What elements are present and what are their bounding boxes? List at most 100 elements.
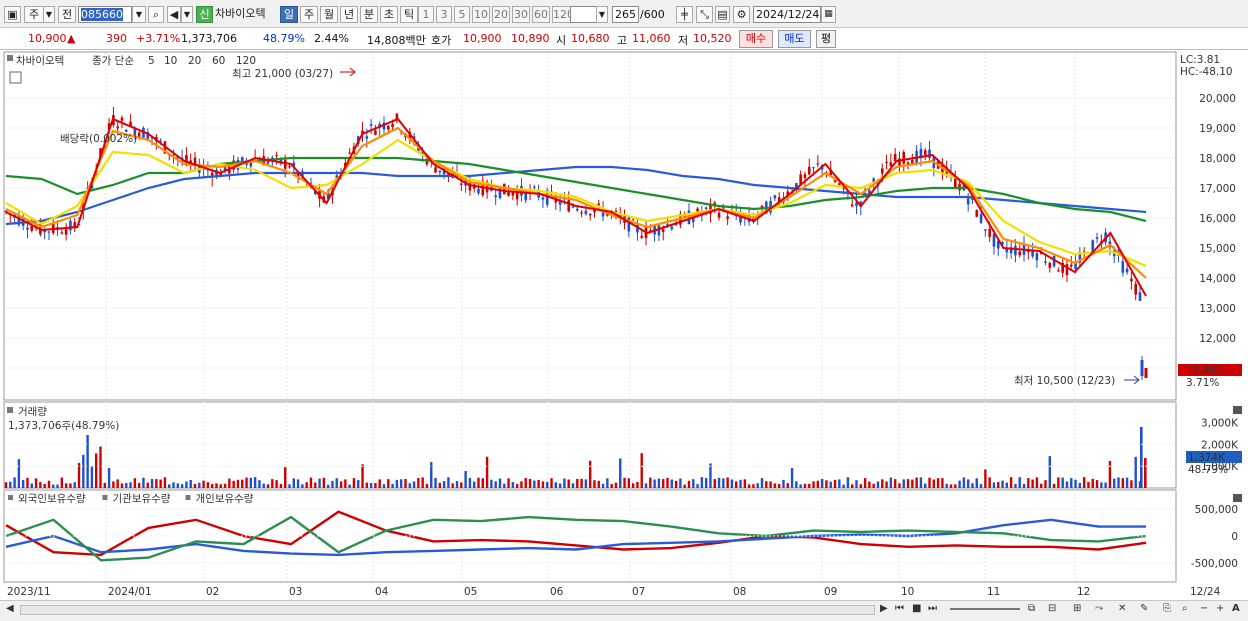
draw-tool-icon[interactable]: ⤡: [696, 6, 713, 23]
chart-type-icon[interactable]: ╪: [676, 6, 693, 23]
volume-bar: [558, 483, 562, 488]
volume-bar: [1095, 480, 1099, 488]
ma-legend-item[interactable]: 120: [236, 55, 256, 67]
holding-legend-item[interactable]: 기관보유수량: [113, 493, 171, 505]
volume-bar: [614, 482, 618, 488]
window-icon[interactable]: ▣: [4, 6, 21, 23]
ma-legend-item[interactable]: 20: [188, 55, 201, 67]
x-tick: 2024/01: [108, 586, 152, 598]
text-size-icon[interactable]: A: [1232, 602, 1240, 616]
count-input[interactable]: 265: [612, 6, 639, 23]
volume-bar: [1052, 483, 1056, 488]
volume-bar: [795, 481, 798, 488]
horizontal-scrollbar[interactable]: [20, 605, 875, 615]
trend-icon[interactable]: ⤳: [1095, 602, 1103, 616]
timeframe-button[interactable]: 초: [380, 6, 398, 23]
candle-body: [1130, 278, 1133, 282]
trade-value: 14,808백만: [367, 34, 426, 47]
calendar-icon[interactable]: ▦: [821, 6, 836, 23]
minute-button[interactable]: 60: [532, 6, 550, 23]
date-input[interactable]: 2024/12/24: [753, 6, 821, 23]
volume-bar: [855, 480, 858, 488]
holding-panel-close-icon[interactable]: [1233, 494, 1242, 502]
volume-bar: [1031, 479, 1034, 488]
volume-panel-close-icon[interactable]: [1233, 406, 1242, 414]
table-toggle-icon[interactable]: [9, 71, 22, 84]
custom-minute-dropdown-icon[interactable]: ▼: [596, 6, 608, 23]
layout-icon[interactable]: ⧉: [1028, 602, 1035, 616]
volume-bar: [851, 484, 854, 488]
volume-bar: [473, 481, 476, 488]
volume-bar: [962, 477, 966, 488]
timeframe-button[interactable]: 년: [340, 6, 358, 23]
period-select[interactable]: 주: [24, 6, 44, 23]
volume-bar: [17, 459, 21, 488]
search-icon[interactable]: ⌕: [148, 6, 164, 23]
price-axis: 20,000 19,000 18,000 17,000 16,000 15,000 14,0…: [1199, 93, 1236, 375]
volume-bar: [305, 482, 308, 488]
volume-bar: [666, 477, 669, 488]
buy-button[interactable]: 매수: [739, 30, 773, 48]
zoom-in-icon[interactable]: +: [1216, 602, 1224, 616]
minute-button[interactable]: 20: [492, 6, 510, 23]
timeframe-button[interactable]: 분: [360, 6, 378, 23]
candle-body: [1035, 253, 1039, 261]
volume-bar: [163, 477, 167, 488]
scroll-end-icon[interactable]: ⏭: [928, 602, 937, 616]
stop-icon[interactable]: ■: [912, 602, 921, 616]
holding-legend-item[interactable]: 개인보유수량: [196, 493, 254, 505]
volume-bar: [1113, 478, 1116, 488]
timeframe-button[interactable]: 틱: [400, 6, 418, 23]
stock-code-input[interactable]: 085660: [78, 6, 132, 23]
minute-button[interactable]: 10: [472, 6, 490, 23]
speaker-dropdown-icon[interactable]: ▼: [181, 6, 193, 23]
volume-bar: [911, 479, 914, 488]
period-dropdown-icon[interactable]: ▼: [43, 6, 55, 23]
scroll-right-icon[interactable]: ▶: [880, 602, 888, 616]
volume-bar: [954, 484, 957, 488]
indicator-icon[interactable]: ⊞: [1073, 602, 1081, 616]
volume-bar: [438, 482, 442, 488]
gear-icon[interactable]: ⚙: [733, 6, 750, 23]
zoom-out-icon[interactable]: −: [1200, 602, 1208, 616]
ask-price: 10,890: [511, 32, 550, 45]
split-icon[interactable]: ⊟: [1048, 602, 1056, 616]
volume-bar: [1035, 477, 1039, 488]
name-mode-select[interactable]: 전: [58, 6, 76, 23]
candle-body: [438, 170, 442, 173]
volume-tick: 3,000K: [1201, 418, 1239, 430]
timeframe-button[interactable]: 주: [300, 6, 318, 23]
volume-bar: [434, 477, 437, 488]
candle-body: [369, 124, 373, 126]
timeframe-button[interactable]: 일: [280, 6, 298, 23]
minute-button[interactable]: 3: [436, 6, 452, 23]
eval-button[interactable]: 평: [816, 30, 836, 48]
price-panel-title[interactable]: 차바이오텍: [16, 55, 64, 67]
minute-button[interactable]: 5: [454, 6, 470, 23]
sell-button[interactable]: 매도: [778, 30, 811, 48]
ma-legend-item[interactable]: 5: [148, 55, 155, 67]
stock-chart[interactable]: 차바이오텍 종가 단순 5 10 20 60 120 LC:3.81 HC:-48.10…: [0, 50, 1248, 602]
minute-button[interactable]: 1: [418, 6, 434, 23]
zoom-slider[interactable]: [950, 608, 1020, 610]
code-dropdown-icon[interactable]: ▼: [132, 6, 146, 23]
ma-legend-item[interactable]: 60: [212, 55, 225, 67]
volume-bar: [619, 458, 622, 488]
volume-bar: [223, 483, 227, 488]
scroll-left-icon[interactable]: ◀: [6, 602, 14, 616]
save-icon[interactable]: ▤: [715, 6, 730, 23]
volume-panel-title[interactable]: 거래량: [18, 406, 47, 418]
volume-bar: [245, 477, 248, 488]
cross-icon[interactable]: ✕: [1118, 602, 1126, 616]
tool-icon[interactable]: ✎: [1140, 602, 1148, 616]
speaker-icon[interactable]: ◀: [167, 6, 181, 23]
copy-icon[interactable]: ⎘: [1163, 602, 1171, 616]
volume-bar: [756, 483, 759, 488]
magnify-icon[interactable]: ⌕: [1182, 602, 1188, 616]
timeframe-button[interactable]: 월: [320, 6, 338, 23]
ma-legend-item[interactable]: 10: [164, 55, 177, 67]
holding-legend-item[interactable]: 외국인보유수량: [18, 493, 86, 505]
scroll-start-icon[interactable]: ⏮: [895, 602, 904, 616]
minute-button[interactable]: 30: [512, 6, 530, 23]
volume-bar: [979, 484, 983, 488]
